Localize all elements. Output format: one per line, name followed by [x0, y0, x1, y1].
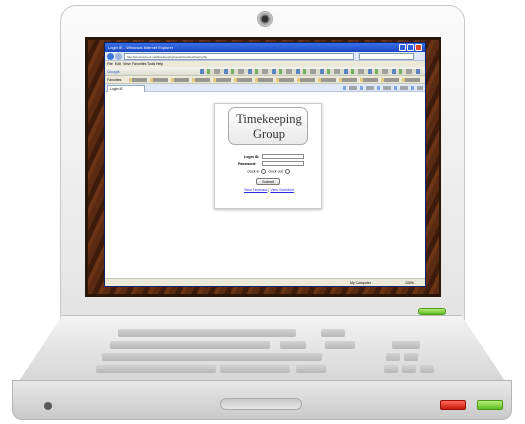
status-light-icon [418, 308, 446, 315]
minimize-button[interactable] [399, 44, 406, 51]
back-button[interactable] [107, 53, 114, 60]
browser-window: Login IE - Windows Internet Explorer htt… [104, 42, 426, 287]
favorites-button[interactable]: Favorites [107, 76, 121, 84]
keyboard-row-3 [102, 353, 322, 361]
login-card: Timekeeping Group Login ID: Password: cl… [214, 103, 322, 209]
key [404, 353, 418, 361]
key [386, 353, 400, 361]
maximize-button[interactable] [407, 44, 414, 51]
logo-line2: Group [253, 127, 285, 141]
key [420, 365, 434, 373]
keyboard-row-1 [118, 329, 296, 337]
command-bar[interactable] [343, 86, 423, 90]
google-toolbar: Google [105, 67, 425, 76]
clock-out-label: clock out [268, 169, 283, 174]
google-search-box[interactable]: Google [107, 68, 197, 75]
red-light-icon [440, 400, 466, 410]
login-id-input[interactable] [262, 154, 304, 159]
tab-login[interactable]: Login IE [107, 85, 145, 92]
spacebar [220, 365, 290, 373]
login-id-label: Login ID: [244, 155, 260, 159]
power-indicator-icon [44, 402, 52, 410]
forward-button[interactable] [115, 53, 122, 60]
key [384, 365, 398, 373]
tab-bar: Login IE [105, 84, 425, 92]
keyboard-row-2 [110, 341, 270, 349]
clock-in-radio[interactable] [261, 169, 267, 174]
timekeeping-logo: Timekeeping Group [228, 107, 308, 145]
address-bar-row: http://procurement.net/timekeeping/sess/… [105, 52, 425, 61]
key [392, 341, 420, 349]
title-bar[interactable]: Login IE - Windows Internet Explorer [105, 43, 425, 52]
close-button[interactable] [415, 44, 422, 51]
favorites-links[interactable] [129, 78, 423, 82]
password-label: Password: [238, 162, 257, 166]
status-bar: My Computer 100% [105, 278, 425, 286]
key [321, 329, 345, 337]
address-input[interactable]: http://procurement.net/timekeeping/sess/… [124, 53, 354, 60]
key [280, 341, 306, 349]
clock-options: clock in clock out [215, 169, 323, 174]
green-light-icon [477, 400, 503, 410]
status-zone: My Computer [350, 281, 372, 285]
view-timecard-link[interactable]: View Timecard [244, 188, 268, 192]
window-title: Login IE - Windows Internet Explorer [108, 45, 174, 50]
password-input[interactable] [262, 161, 304, 166]
view-schedule-link[interactable]: View Schedule [270, 188, 294, 192]
page-content: Timekeeping Group Login ID: Password: cl… [105, 93, 425, 278]
login-links: View Timecard | View Schedule [215, 188, 323, 192]
submit-button[interactable]: Submit [256, 178, 280, 185]
webcam-icon [257, 11, 273, 27]
toolbar-buttons[interactable] [200, 69, 422, 74]
keyboard-row-4 [96, 365, 216, 373]
zoom-level[interactable]: 100% [405, 279, 414, 286]
trackpad [220, 398, 302, 410]
search-input[interactable] [359, 53, 414, 60]
clock-out-radio[interactable] [284, 169, 290, 174]
clock-in-label: clock in [247, 169, 260, 174]
key [402, 365, 416, 373]
favorites-bar: Favorites [105, 76, 425, 84]
key [296, 365, 326, 373]
key [325, 341, 355, 349]
logo-line1: Timekeeping [236, 112, 302, 126]
